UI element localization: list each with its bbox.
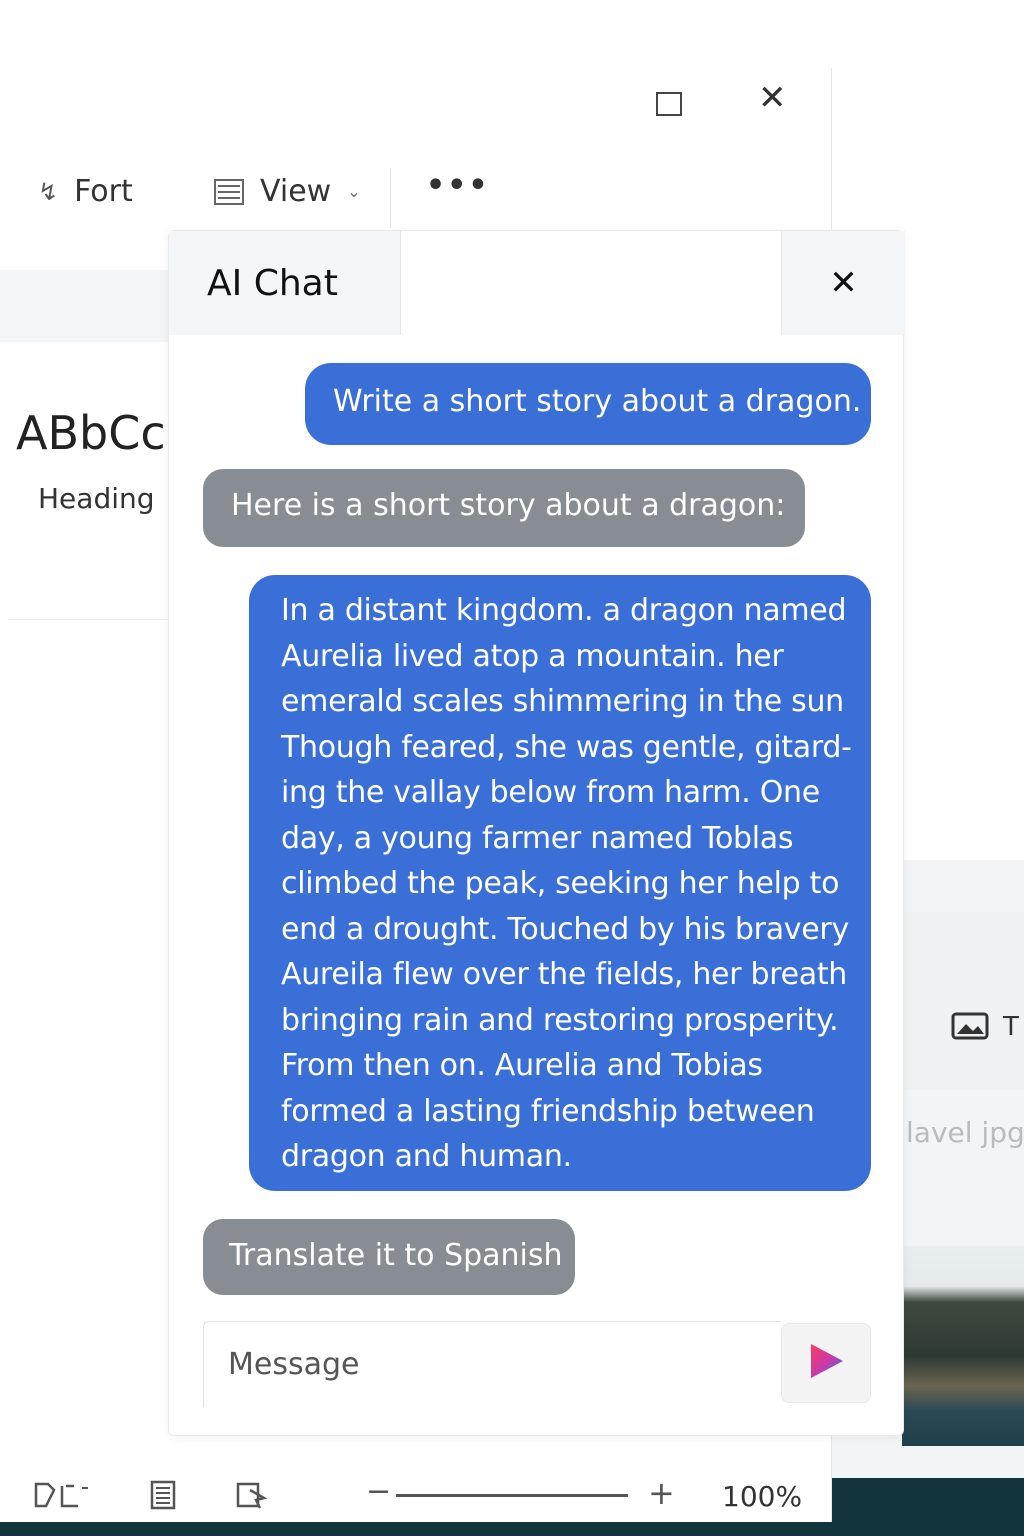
toolbar-divider: [390, 168, 391, 228]
font-button-label: Fort: [74, 174, 133, 209]
print-layout-icon[interactable]: [148, 1480, 178, 1517]
style-preview: ABbCcl: [16, 406, 170, 460]
zoom-slider[interactable]: [396, 1494, 628, 1497]
assistant-message: Here is a short story about a dragon:: [203, 469, 805, 547]
image-filename: lavel jpg: [906, 1116, 1024, 1149]
zoom-out-button[interactable]: −: [366, 1474, 391, 1509]
chat-header: AI Chat: [169, 231, 401, 335]
style-name: Heading: [38, 482, 155, 515]
maximize-icon[interactable]: [656, 92, 682, 116]
font-button[interactable]: ↯ Fort: [38, 174, 133, 209]
user-message: Write a short story about a dragon.: [305, 363, 871, 445]
zoom-level: 100%: [722, 1480, 803, 1513]
send-icon: [805, 1340, 847, 1386]
page-view-icon[interactable]: [34, 1480, 90, 1517]
chat-close-button[interactable]: ✕: [781, 231, 905, 335]
landscape-photo[interactable]: [902, 1246, 1024, 1446]
web-layout-icon[interactable]: [236, 1480, 268, 1517]
toolbar: ↯ Fort View ⌄ •••: [0, 168, 832, 228]
close-icon[interactable]: ✕: [758, 78, 787, 118]
close-icon: ✕: [829, 263, 858, 303]
zoom-in-button[interactable]: +: [648, 1474, 675, 1512]
image-card[interactable]: T: [902, 912, 1024, 1090]
ribbon-band: [0, 270, 170, 342]
view-button-label: View: [260, 174, 332, 209]
ai-chat-panel: AI Chat ✕ Write a short story about a dr…: [168, 230, 905, 1436]
message-input[interactable]: [203, 1321, 781, 1407]
style-heading[interactable]: ABbCcl Heading: [8, 374, 170, 620]
assistant-message: Translate it to Spanish: [203, 1219, 575, 1295]
view-icon: [214, 178, 244, 205]
view-button[interactable]: View ⌄: [214, 174, 361, 209]
image-card-label: T: [1003, 1012, 1019, 1042]
user-message: In a distant kingdom. a dragon named Aur…: [249, 575, 871, 1191]
more-options-button[interactable]: •••: [426, 168, 490, 203]
chevron-down-icon: ⌄: [347, 182, 361, 201]
font-icon: ↯: [38, 177, 59, 206]
send-button[interactable]: [781, 1323, 871, 1403]
status-bar: − + 100%: [0, 1470, 832, 1522]
chat-title: AI Chat: [207, 263, 338, 304]
screen: T lavel jpg ✕ ↯ Fort View ⌄ ••• ABbCcl H…: [0, 0, 1024, 1536]
image-icon: [951, 1012, 989, 1047]
